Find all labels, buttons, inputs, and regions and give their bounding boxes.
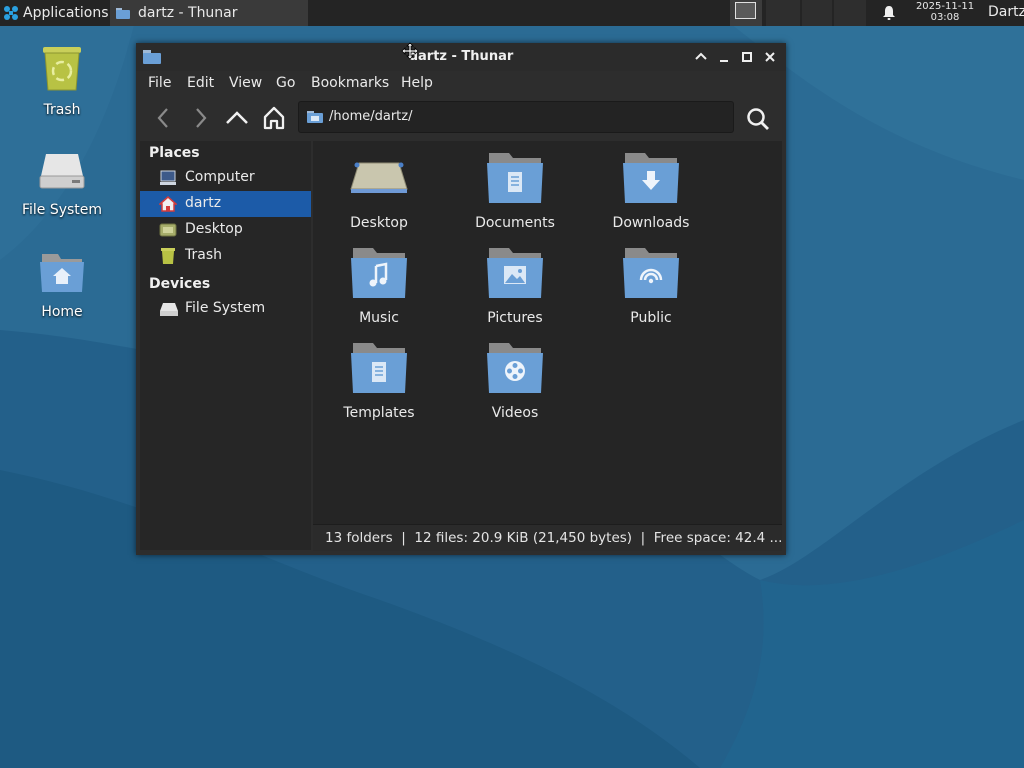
desktop-icon-label: Trash — [43, 102, 81, 118]
forward-icon[interactable] — [187, 105, 213, 131]
workspace-2[interactable] — [766, 0, 800, 26]
menu-help[interactable]: Help — [401, 75, 433, 91]
sidebar-item-label: Trash — [185, 247, 222, 263]
minimize-window-icon[interactable] — [716, 49, 732, 65]
sidebar-item-label: dartz — [185, 195, 222, 211]
menu-go[interactable]: Go — [276, 75, 295, 91]
trash-icon — [43, 47, 81, 91]
sidebar-heading-devices: Devices — [149, 276, 211, 292]
drive-icon — [160, 303, 178, 316]
close-window-icon[interactable] — [762, 49, 778, 65]
sidebar-item-desktop[interactable]: Desktop — [140, 217, 311, 243]
file-item-downloads[interactable]: Downloads — [591, 149, 711, 231]
top-panel: Applications ≡ dartz - Thunar 2025-11-11… — [0, 0, 1024, 26]
file-item-videos[interactable]: Videos — [455, 339, 575, 421]
menu-bookmarks[interactable]: Bookmarks — [311, 75, 389, 91]
parent-folder-icon[interactable] — [224, 105, 250, 131]
sidebar-item-file-system[interactable]: File System — [140, 296, 311, 322]
location-bar[interactable]: /home/dartz/ — [298, 101, 734, 133]
file-item-label: Public — [630, 310, 672, 326]
file-item-label: Pictures — [487, 310, 543, 326]
back-icon[interactable] — [151, 105, 177, 131]
user-menu[interactable]: Dartz — [988, 4, 1024, 20]
shade-window-icon[interactable] — [693, 49, 709, 65]
window-titlebar[interactable]: dartz - Thunar — [136, 43, 786, 71]
documents-folder-icon — [487, 153, 543, 203]
sidebar-item-label: Desktop — [185, 221, 243, 237]
home-icon — [159, 196, 177, 212]
menu-edit[interactable]: Edit — [187, 75, 214, 91]
computer-icon — [160, 170, 176, 185]
search-icon[interactable] — [745, 106, 771, 132]
pictures-folder-icon — [487, 248, 543, 298]
file-item-label: Templates — [343, 405, 415, 421]
file-item-label: Videos — [491, 405, 539, 421]
drive-icon — [39, 154, 85, 189]
sidebar-item-trash[interactable]: Trash — [140, 243, 311, 269]
maximize-window-icon[interactable] — [739, 49, 755, 65]
templates-folder-icon — [351, 343, 407, 393]
sidebar-item-label: Computer — [185, 169, 255, 185]
public-folder-icon — [623, 248, 679, 298]
desktop-icon-home[interactable]: Home — [7, 250, 117, 320]
taskbar-thunar-label: dartz - Thunar — [138, 5, 238, 21]
trash-icon — [161, 248, 175, 264]
desktop-folder-icon — [350, 162, 408, 193]
home-folder-icon — [40, 254, 84, 292]
sidebar: Places Computer dartz Desktop Trash Devi… — [140, 141, 311, 550]
file-item-label: Music — [359, 310, 399, 326]
panel-clock[interactable]: 2025-11-11 03:08 — [908, 1, 982, 23]
applications-menu-button[interactable]: Applications ≡ — [0, 0, 121, 26]
desktop-icon-file-system[interactable]: File System — [7, 148, 117, 218]
window-title: dartz - Thunar — [408, 49, 514, 64]
file-item-public[interactable]: Public — [591, 244, 711, 326]
file-view[interactable]: Desktop Documents Downloads Music Pictur… — [313, 141, 782, 524]
status-text: 13 folders | 12 files: 20.9 KiB (21,450 … — [325, 530, 783, 546]
applications-menu-label: Applications — [23, 5, 109, 21]
menu-file[interactable]: File — [148, 75, 171, 91]
location-folder-icon — [307, 111, 323, 123]
sidebar-item-computer[interactable]: Computer — [140, 165, 311, 191]
sidebar-item-dartz[interactable]: dartz — [140, 191, 311, 217]
desktop-icon — [159, 223, 177, 237]
downloads-folder-icon — [623, 153, 679, 203]
videos-folder-icon — [487, 343, 543, 393]
desktop-icon-trash[interactable]: Trash — [7, 44, 117, 118]
clock-time: 03:08 — [930, 12, 960, 23]
folder-icon — [116, 8, 130, 19]
file-item-label: Desktop — [350, 215, 408, 231]
menu-view[interactable]: View — [229, 75, 262, 91]
file-item-templates[interactable]: Templates — [319, 339, 439, 421]
thunar-window: dartz - Thunar File Edit View Go Bookmar… — [136, 43, 786, 555]
notification-bell-icon[interactable] — [881, 5, 897, 21]
workspace-1[interactable] — [730, 0, 762, 26]
file-item-pictures[interactable]: Pictures — [455, 244, 575, 326]
taskbar-thunar-button[interactable]: dartz - Thunar — [110, 0, 308, 26]
menubar: File Edit View Go Bookmarks Help — [136, 71, 786, 97]
sidebar-item-label: File System — [185, 300, 266, 316]
toolbar: /home/dartz/ — [136, 97, 786, 139]
file-item-music[interactable]: Music — [319, 244, 439, 326]
desktop-icon-label: File System — [21, 202, 103, 218]
file-item-label: Downloads — [612, 215, 690, 231]
workspace-3[interactable] — [802, 0, 832, 26]
workspace-4[interactable] — [834, 0, 866, 26]
file-item-documents[interactable]: Documents — [455, 149, 575, 231]
xfce-logo-icon — [4, 6, 18, 20]
home-icon[interactable] — [261, 105, 287, 131]
clock-date: 2025-11-11 — [915, 1, 975, 12]
location-path: /home/dartz/ — [329, 109, 413, 124]
music-folder-icon — [351, 248, 407, 298]
move-cursor-icon — [401, 42, 419, 60]
status-bar: 13 folders | 12 files: 20.9 KiB (21,450 … — [313, 524, 782, 551]
sidebar-heading-places: Places — [149, 145, 200, 161]
file-item-desktop[interactable]: Desktop — [319, 149, 439, 231]
file-item-label: Documents — [475, 215, 555, 231]
desktop-icon-label: Home — [41, 304, 83, 320]
